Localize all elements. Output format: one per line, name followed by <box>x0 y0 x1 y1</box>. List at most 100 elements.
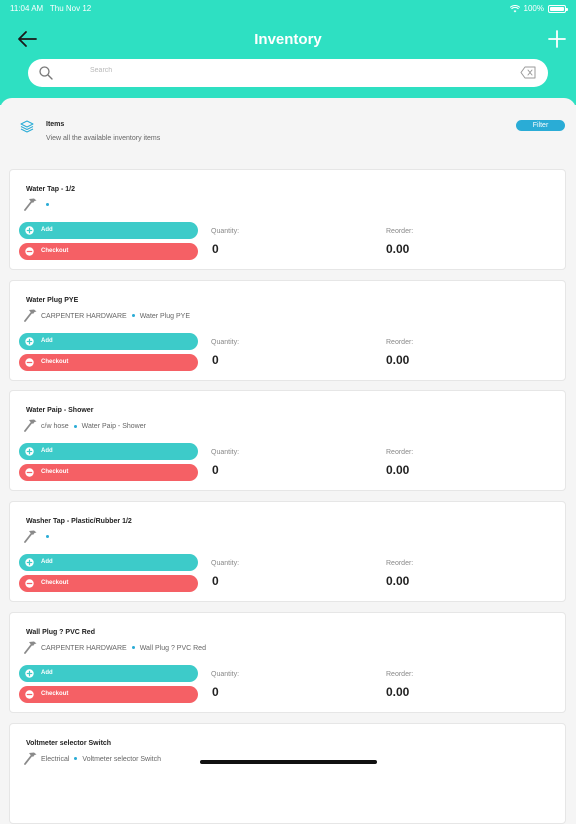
quantity-label: Quantity: <box>211 670 240 678</box>
item-category: CARPENTER HARDWARE <box>41 644 127 652</box>
item-description: Voltmeter selector Switch <box>82 755 161 763</box>
add-button-label: Add <box>41 227 53 233</box>
quantity-label: Quantity: <box>211 449 240 457</box>
add-button-label: Add <box>41 559 53 566</box>
inventory-card[interactable]: Water Paip - Shower c/w hose Water Paip - … <box>9 390 566 492</box>
items-section-header: Items View all the available inventory i… <box>0 98 576 160</box>
minus-circle-icon <box>25 690 34 699</box>
reorder-label: Reorder: <box>386 228 414 235</box>
add-button[interactable]: Add <box>19 554 198 572</box>
item-name: Water Tap - 1/2 <box>26 186 76 193</box>
separator-dot <box>46 535 49 539</box>
checkout-button[interactable]: Checkout <box>19 685 198 703</box>
plus-circle-icon <box>25 336 34 346</box>
reorder-label: Reorder: <box>386 338 414 346</box>
quantity-value: 0 <box>212 684 219 699</box>
backspace-icon[interactable] <box>520 66 536 79</box>
status-date: Thu Nov 12 <box>49 4 92 13</box>
add-button-label: Add <box>41 448 53 455</box>
item-description: Wall Plug ? PVC Red <box>139 644 206 652</box>
item-category: CARPENTER HARDWARE <box>41 312 127 320</box>
page-title: Inventory <box>254 31 322 48</box>
hammer-icon <box>22 640 38 654</box>
checkout-button-label: Checkout <box>41 469 69 476</box>
item-name: Water Plug PYE <box>26 296 79 304</box>
search-icon <box>39 66 53 80</box>
checkout-button[interactable]: Checkout <box>19 353 198 371</box>
hammer-icon <box>22 418 38 433</box>
home-indicator[interactable] <box>200 760 377 764</box>
item-description: Water Paip - Shower <box>81 423 146 431</box>
separator-dot <box>131 313 135 317</box>
plus-circle-icon <box>25 226 34 235</box>
checkout-button[interactable]: Checkout <box>19 464 198 482</box>
reorder-value: 0.00 <box>386 463 410 478</box>
minus-circle-icon <box>25 468 34 478</box>
plus-circle-icon <box>25 669 34 678</box>
search-bar <box>28 59 548 87</box>
battery-percent: 100% <box>523 4 544 13</box>
quantity-label: Quantity: <box>211 338 240 346</box>
add-button-label: Add <box>41 337 53 344</box>
hammer-icon <box>22 751 38 765</box>
add-button-label: Add <box>41 669 53 676</box>
reorder-value: 0.00 <box>386 242 410 256</box>
add-button[interactable]: Add <box>19 664 198 682</box>
section-subtitle: View all the available inventory items <box>46 135 161 142</box>
reorder-label: Reorder: <box>386 449 414 457</box>
quantity-label: Quantity: <box>211 560 240 568</box>
separator-dot <box>131 645 135 649</box>
reorder-label: Reorder: <box>386 560 414 568</box>
checkout-button-label: Checkout <box>41 580 69 587</box>
quantity-value: 0 <box>212 352 219 367</box>
app-header: 11:04 AM Thu Nov 12 100% Inventory <box>0 0 576 105</box>
item-name: Washer Tap - Plastic/Rubber 1/2 <box>26 518 132 526</box>
item-name: Wall Plug ? PVC Red <box>26 628 95 636</box>
reorder-value: 0.00 <box>386 352 410 367</box>
wifi-icon <box>509 4 520 12</box>
inventory-card[interactable]: Water Plug PYE CARPENTER HARDWARE Water Pl… <box>9 279 566 381</box>
inventory-card[interactable]: Voltmeter selector Switch Electrical Voltm… <box>9 722 566 824</box>
item-meta: CARPENTER HARDWARE Wall Plug ? PVC Red <box>41 645 206 652</box>
separator-dot <box>73 424 77 428</box>
checkout-button-label: Checkout <box>41 358 69 365</box>
item-meta: CARPENTER HARDWARE Water Plug PYE <box>41 313 190 320</box>
plus-icon[interactable] <box>547 29 567 49</box>
item-meta: c/w hose Water Paip - Shower <box>41 423 146 430</box>
reorder-label: Reorder: <box>386 670 414 678</box>
search-input[interactable] <box>88 66 522 75</box>
hammer-icon <box>22 529 38 543</box>
item-name: Voltmeter selector Switch <box>26 739 112 747</box>
battery-icon <box>548 4 568 13</box>
inventory-card[interactable]: Wall Plug ? PVC Red CARPENTER HARDWARE Wal… <box>9 611 566 713</box>
minus-circle-icon <box>25 579 34 588</box>
add-button[interactable]: Add <box>19 443 198 461</box>
checkout-button-label: Checkout <box>41 248 69 254</box>
item-description: Water Plug PYE <box>139 312 191 320</box>
reorder-value: 0.00 <box>386 574 410 589</box>
item-category: Electrical <box>41 755 70 763</box>
add-button[interactable]: Add <box>19 332 198 350</box>
status-bar: 11:04 AM Thu Nov 12 100% <box>8 3 568 17</box>
section-title: Items <box>46 121 65 128</box>
minus-circle-icon <box>25 357 34 367</box>
checkout-button[interactable]: Checkout <box>19 575 198 593</box>
checkout-button-label: Checkout <box>41 690 69 697</box>
quantity-label: Quantity: <box>211 228 240 235</box>
content-area: Items View all the available inventory i… <box>0 98 576 824</box>
status-time-date: 11:04 AM Thu Nov 12 <box>10 4 91 13</box>
checkout-button[interactable]: Checkout <box>19 243 198 260</box>
quantity-value: 0 <box>212 463 219 478</box>
filter-button[interactable]: Filter <box>516 120 565 131</box>
item-meta <box>41 202 54 209</box>
separator-dot <box>74 756 78 760</box>
layers-icon <box>20 120 34 133</box>
item-name: Water Paip - Shower <box>26 407 94 415</box>
inventory-card[interactable]: Water Tap - 1/2 Add Checkout Quantity: 0 Reor… <box>9 169 566 270</box>
item-meta <box>41 534 54 541</box>
status-time: 11:04 AM <box>10 4 44 13</box>
reorder-value: 0.00 <box>386 684 410 699</box>
inventory-card[interactable]: Washer Tap - Plastic/Rubber 1/2 Add Checko… <box>9 501 566 603</box>
status-indicators: 100% <box>509 4 568 13</box>
add-button[interactable]: Add <box>19 222 198 239</box>
